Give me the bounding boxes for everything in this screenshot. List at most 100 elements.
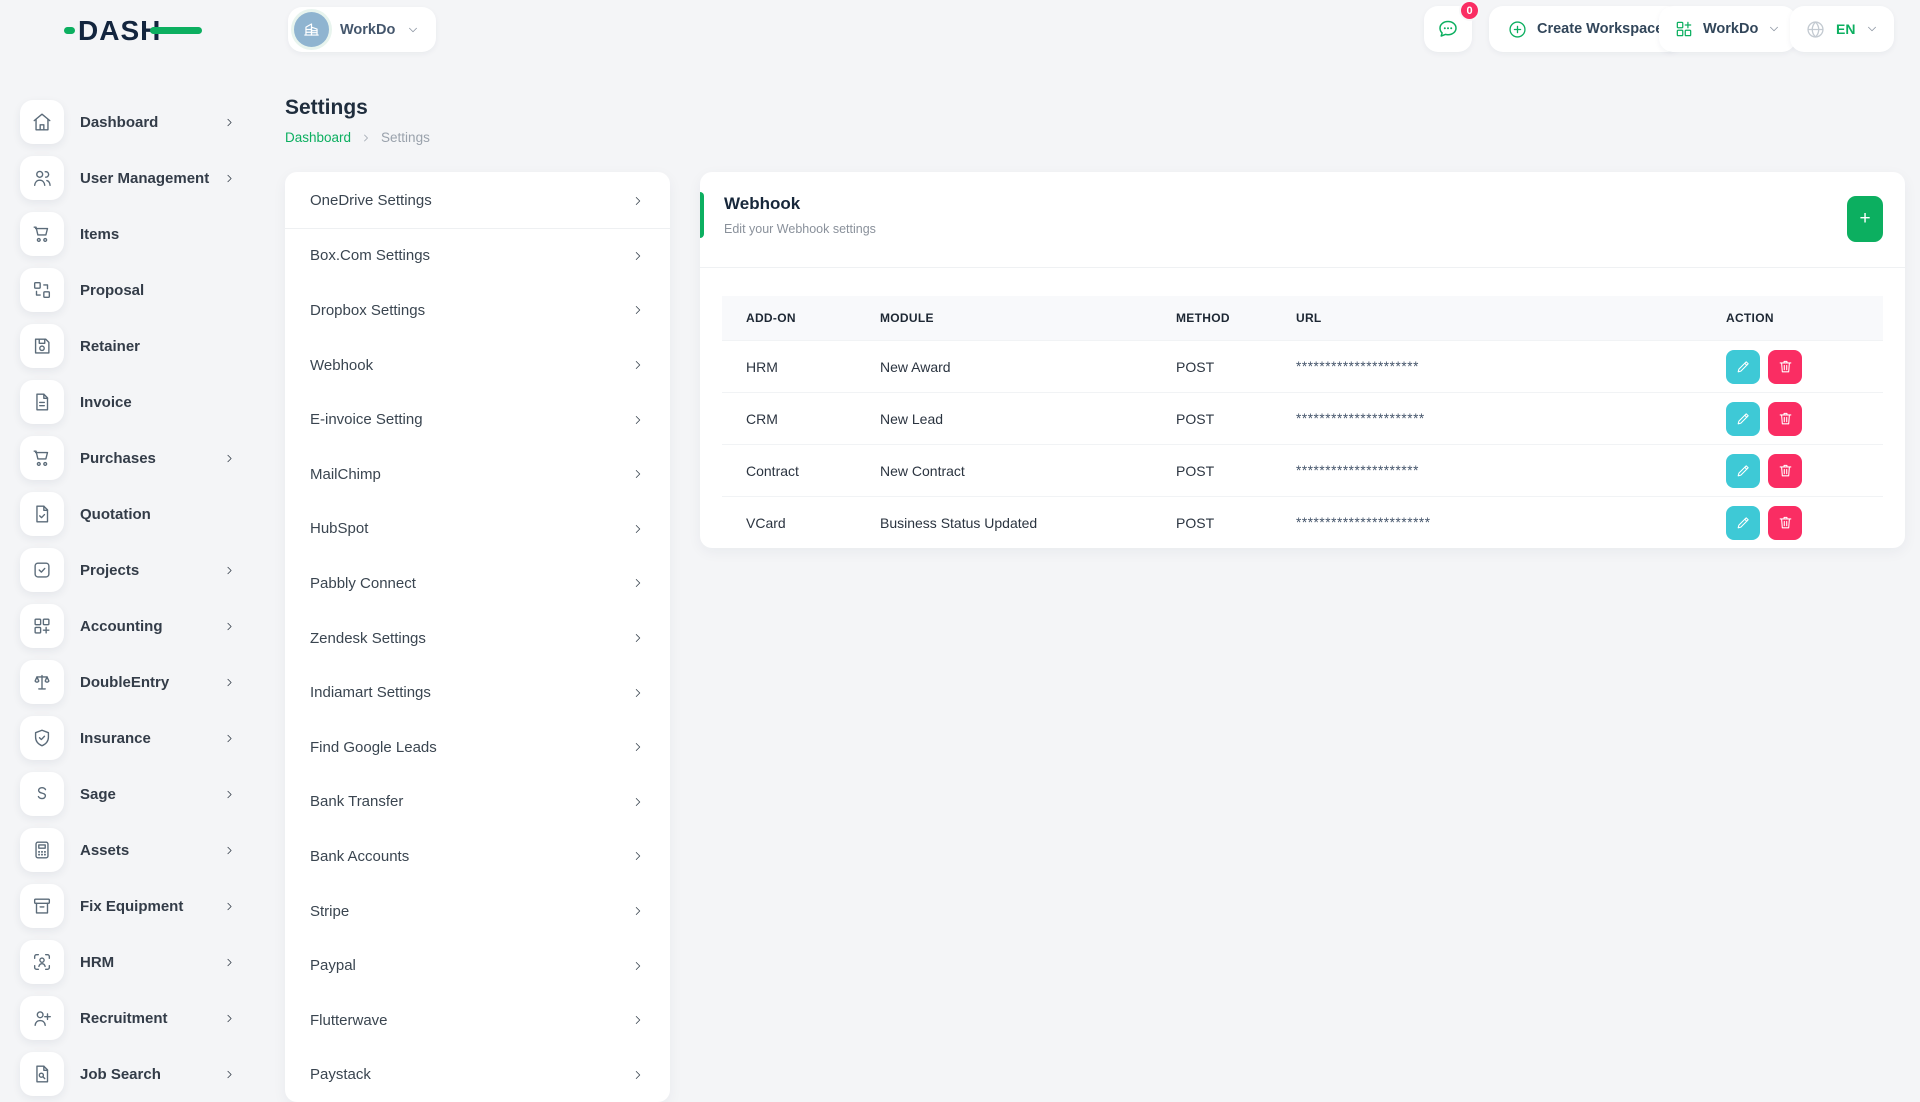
- chevron-right-icon: [223, 844, 236, 857]
- cell-method: POST: [1152, 515, 1272, 531]
- sidebar-item-quotation[interactable]: Quotation: [0, 486, 268, 542]
- settings-menu-item-mailchimp[interactable]: MailChimp: [285, 447, 670, 502]
- cell-url: *********************: [1272, 463, 1702, 478]
- sidebar-item-doubleentry[interactable]: DoubleEntry: [0, 654, 268, 710]
- delete-button[interactable]: [1768, 402, 1802, 436]
- breadcrumb: Dashboard Settings: [285, 130, 430, 145]
- home-icon: [31, 111, 53, 133]
- edit-button[interactable]: [1726, 350, 1760, 384]
- chevron-right-icon: [223, 1012, 236, 1025]
- sidebar-item-purchases[interactable]: Purchases: [0, 430, 268, 486]
- settings-menu-item-boxcom[interactable]: Box.Com Settings: [285, 229, 670, 284]
- chevron-down-icon: [406, 23, 420, 37]
- settings-menu-item-zendesk[interactable]: Zendesk Settings: [285, 611, 670, 666]
- sidebar-item-projects[interactable]: Projects: [0, 542, 268, 598]
- notification-badge: 0: [1459, 0, 1480, 21]
- sidebar-item-insurance[interactable]: Insurance: [0, 710, 268, 766]
- sidebar-item-job-search[interactable]: Job Search: [0, 1046, 268, 1102]
- column-header-module: MODULE: [856, 311, 1152, 325]
- settings-menu-item-paystack[interactable]: Paystack: [285, 1048, 670, 1102]
- settings-menu-item-stripe[interactable]: Stripe: [285, 884, 670, 939]
- settings-menu-item-bank-transfer[interactable]: Bank Transfer: [285, 775, 670, 830]
- sidebar-item-accounting[interactable]: Accounting: [0, 598, 268, 654]
- delete-button[interactable]: [1768, 506, 1802, 540]
- workspace-name: WorkDo: [340, 22, 395, 38]
- chevron-right-icon: [223, 676, 236, 689]
- grid-plus-icon: [1674, 19, 1694, 39]
- add-webhook-button[interactable]: +: [1847, 196, 1883, 242]
- sidebar-item-items[interactable]: Items: [0, 206, 268, 262]
- sage-s-icon: [31, 783, 53, 805]
- delete-button[interactable]: [1768, 454, 1802, 488]
- workdo-menu-label: WorkDo: [1703, 21, 1758, 37]
- user-plus-icon: [31, 1007, 53, 1029]
- pencil-icon: [1735, 358, 1752, 375]
- sidebar-item-dashboard[interactable]: Dashboard: [0, 94, 268, 150]
- chevron-right-icon: [631, 686, 645, 700]
- delete-button[interactable]: [1768, 350, 1802, 384]
- sidebar-item-fix-equipment[interactable]: Fix Equipment: [0, 878, 268, 934]
- chevron-right-icon: [223, 1068, 236, 1081]
- chevron-down-icon: [1865, 22, 1879, 36]
- chevron-right-icon: [631, 904, 645, 918]
- settings-menu-item-indiamart[interactable]: Indiamart Settings: [285, 665, 670, 720]
- cell-module: New Lead: [856, 411, 1152, 427]
- settings-menu-item-pabbly[interactable]: Pabbly Connect: [285, 556, 670, 611]
- language-selector[interactable]: EN: [1790, 6, 1894, 52]
- trash-icon: [1777, 358, 1794, 375]
- pencil-icon: [1735, 462, 1752, 479]
- cell-addon: CRM: [722, 411, 856, 427]
- cell-addon: VCard: [722, 515, 856, 531]
- column-header-addon: ADD-ON: [722, 311, 856, 325]
- settings-menu-item-flutterwave[interactable]: Flutterwave: [285, 993, 670, 1048]
- sidebar-item-assets[interactable]: Assets: [0, 822, 268, 878]
- chevron-right-icon: [631, 740, 645, 754]
- settings-menu-item-google-leads[interactable]: Find Google Leads: [285, 720, 670, 775]
- sidebar-item-recruitment[interactable]: Recruitment: [0, 990, 268, 1046]
- chevron-right-icon: [631, 194, 645, 208]
- user-scan-icon: [31, 951, 53, 973]
- sidebar-item-user-management[interactable]: User Management: [0, 150, 268, 206]
- sidebar-item-invoice[interactable]: Invoice: [0, 374, 268, 430]
- settings-menu-item-hubspot[interactable]: HubSpot: [285, 502, 670, 557]
- chevron-right-icon: [223, 172, 236, 185]
- table-header-row: ADD-ON MODULE METHOD URL ACTION: [722, 296, 1883, 340]
- workdo-apps-menu[interactable]: WorkDo: [1659, 6, 1796, 52]
- workspace-switcher[interactable]: WorkDo: [288, 7, 436, 52]
- edit-button[interactable]: [1726, 506, 1760, 540]
- sidebar-item-sage[interactable]: Sage: [0, 766, 268, 822]
- breadcrumb-dashboard-link[interactable]: Dashboard: [285, 130, 351, 145]
- sidebar-item-hrm[interactable]: HRM: [0, 934, 268, 990]
- settings-menu-item-bank-accounts[interactable]: Bank Accounts: [285, 829, 670, 884]
- chevron-right-icon: [631, 303, 645, 317]
- webhook-card-subtitle: Edit your Webhook settings: [724, 222, 1881, 236]
- calculator-icon: [31, 839, 53, 861]
- table-row: CRM New Lead POST **********************: [722, 392, 1883, 444]
- settings-menu-item-dropbox[interactable]: Dropbox Settings: [285, 283, 670, 338]
- chevron-down-icon: [1767, 22, 1781, 36]
- sidebar-item-retainer[interactable]: Retainer: [0, 318, 268, 374]
- chevron-right-icon: [631, 1013, 645, 1027]
- chevron-right-icon: [631, 358, 645, 372]
- webhook-settings-card: Webhook Edit your Webhook settings + ADD…: [700, 172, 1905, 548]
- settings-menu-item-onedrive[interactable]: OneDrive Settings: [285, 174, 670, 229]
- cell-method: POST: [1152, 411, 1272, 427]
- sidebar-item-proposal[interactable]: Proposal: [0, 262, 268, 318]
- settings-menu-item-paypal[interactable]: Paypal: [285, 938, 670, 993]
- chevron-right-icon: [223, 788, 236, 801]
- messages-button[interactable]: 0: [1424, 6, 1472, 52]
- chevron-right-icon: [223, 900, 236, 913]
- pencil-icon: [1735, 410, 1752, 427]
- cell-url: *********************: [1272, 359, 1702, 374]
- create-workspace-button[interactable]: Create Workspace: [1489, 6, 1681, 52]
- settings-menu-item-einvoice[interactable]: E-invoice Setting: [285, 392, 670, 447]
- swap-grid-icon: [31, 279, 53, 301]
- table-row: Contract New Contract POST *************…: [722, 444, 1883, 496]
- cell-method: POST: [1152, 359, 1272, 375]
- edit-button[interactable]: [1726, 454, 1760, 488]
- edit-button[interactable]: [1726, 402, 1760, 436]
- settings-menu-item-webhook[interactable]: Webhook: [285, 338, 670, 393]
- chat-bubble-icon: [1436, 17, 1460, 41]
- dash-logo[interactable]: DASH: [64, 14, 204, 46]
- cart-icon: [31, 447, 53, 469]
